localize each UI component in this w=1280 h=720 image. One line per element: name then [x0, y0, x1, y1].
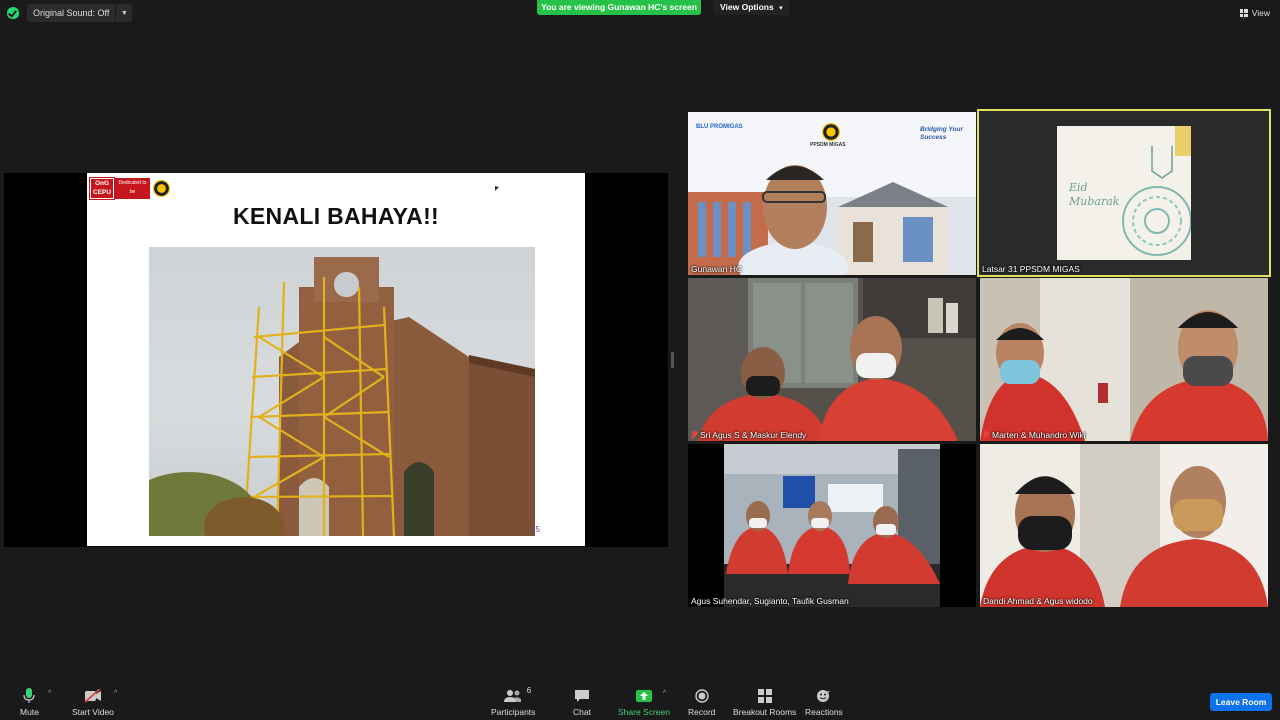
mouse-cursor-icon — [495, 186, 499, 191]
video-tile-agus-sugianto-taufik[interactable]: Agus Suhendar, Sugianto, Taufik Gusman — [688, 444, 976, 607]
chevron-down-icon[interactable]: ▼ — [115, 4, 132, 22]
dedicated-competent-logo: Dedicated to be COMPETENT — [115, 178, 150, 204]
eid-mubarak-text: Eid Mubarak — [1069, 181, 1120, 208]
original-sound-label[interactable]: Original Sound: Off — [27, 8, 115, 18]
breakout-rooms-button[interactable]: Breakout Rooms — [733, 688, 796, 717]
video-options-caret-icon[interactable]: ^ — [114, 690, 117, 697]
slide-logo: OnG CEPU Dedicated to be COMPETENT — [89, 177, 170, 204]
breakout-rooms-icon[interactable] — [757, 688, 772, 704]
chat-button[interactable]: Chat — [573, 688, 591, 717]
start-video-button[interactable]: Start Video — [72, 688, 114, 717]
participant-name: Dandi Ahmad & Agus widodo — [983, 596, 1093, 606]
svg-text:+: + — [827, 690, 831, 696]
mic-muted-icon — [983, 431, 989, 439]
reactions-label[interactable]: Reactions — [805, 707, 843, 717]
video-tile-sri-agus-maskur[interactable]: Sri Agus S & Maskur Elendy — [688, 278, 976, 441]
slide-photo-church-scaffolding — [149, 247, 535, 536]
smiley-icon[interactable]: + — [816, 688, 832, 704]
video-tile-latsar-31[interactable]: Eid Mubarak Latsar 31 PPSDM MIGAS — [977, 109, 1271, 277]
gallery-grid-icon[interactable] — [1239, 9, 1248, 17]
slide-page-number: 55 — [531, 525, 540, 534]
bridging-success-tagline: Bridging Your Success — [920, 126, 963, 141]
leave-room-button[interactable]: Leave Room — [1210, 693, 1272, 711]
chevron-down-icon[interactable]: ▾ — [779, 5, 783, 12]
video-tile-gunawan-hc[interactable]: BLU PROMIGAS PPSDM MIGAS Bridging Your S… — [688, 112, 976, 275]
view-button[interactable]: View — [1239, 8, 1270, 18]
audio-options-caret-icon[interactable]: ^ — [48, 690, 51, 697]
participant-name: Latsar 31 PPSDM MIGAS — [982, 264, 1080, 274]
reactions-button[interactable]: + Reactions — [805, 688, 843, 717]
esdm-emblem-icon — [153, 180, 170, 197]
participants-count: 6 — [526, 686, 532, 695]
viewing-screen-banner: You are viewing Gunawan HC's screen — [537, 0, 701, 15]
video-tile-marten-muhandro[interactable]: Marten & Muhandro Wiki — [980, 278, 1268, 441]
mute-button[interactable]: Mute — [20, 688, 39, 717]
record-label[interactable]: Record — [688, 707, 715, 717]
participants-icon[interactable]: 6 — [504, 686, 531, 704]
slide-title: KENALI BAHAYA!! — [233, 203, 439, 229]
ong-cepu-logo: OnG CEPU — [89, 177, 115, 200]
participants-button[interactable]: 6 Participants — [491, 686, 535, 717]
participant-name: Sri Agus S & Maskur Elendy — [691, 430, 806, 440]
share-screen-label[interactable]: Share Screen — [618, 707, 670, 717]
share-options-caret-icon[interactable]: ^ — [663, 690, 666, 697]
record-icon[interactable] — [695, 688, 709, 704]
presentation-slide: OnG CEPU Dedicated to be COMPETENT KENAL… — [87, 173, 585, 546]
original-sound-toggle[interactable]: Original Sound: Off ▼ — [27, 4, 133, 22]
esdm-emblem-icon — [822, 123, 840, 141]
view-options-label[interactable]: View Options — [720, 2, 774, 12]
participants-label[interactable]: Participants — [491, 707, 535, 717]
participant-name: Marten & Muhandro Wiki — [983, 430, 1086, 440]
participant-name: Gunawan HC — [691, 264, 743, 274]
mic-muted-icon — [691, 431, 697, 439]
encryption-shield-icon[interactable] — [7, 7, 19, 19]
view-options-button[interactable]: View Options ▾ — [714, 0, 789, 15]
chat-label[interactable]: Chat — [573, 707, 591, 717]
start-video-label[interactable]: Start Video — [72, 707, 114, 717]
blu-promigas-logo: BLU PROMIGAS — [696, 124, 743, 130]
shared-screen[interactable]: OnG CEPU Dedicated to be COMPETENT KENAL… — [4, 173, 668, 547]
chat-bubble-icon[interactable] — [574, 688, 590, 704]
participant-name: Agus Suhendar, Sugianto, Taufik Gusman — [691, 596, 849, 606]
video-off-icon[interactable] — [84, 688, 102, 704]
view-label[interactable]: View — [1252, 8, 1270, 18]
ppsdm-migas-logo: PPSDM MIGAS — [810, 142, 846, 148]
share-screen-icon[interactable] — [635, 688, 653, 704]
breakout-rooms-label[interactable]: Breakout Rooms — [733, 707, 796, 717]
video-tile-dandi-agus[interactable]: Dandi Ahmad & Agus widodo — [980, 444, 1268, 607]
eid-mubarak-card: Eid Mubarak — [1057, 126, 1191, 260]
record-button[interactable]: Record — [688, 688, 715, 717]
microphone-icon[interactable] — [23, 688, 36, 704]
mute-label[interactable]: Mute — [20, 707, 39, 717]
split-resize-handle[interactable] — [671, 352, 674, 368]
